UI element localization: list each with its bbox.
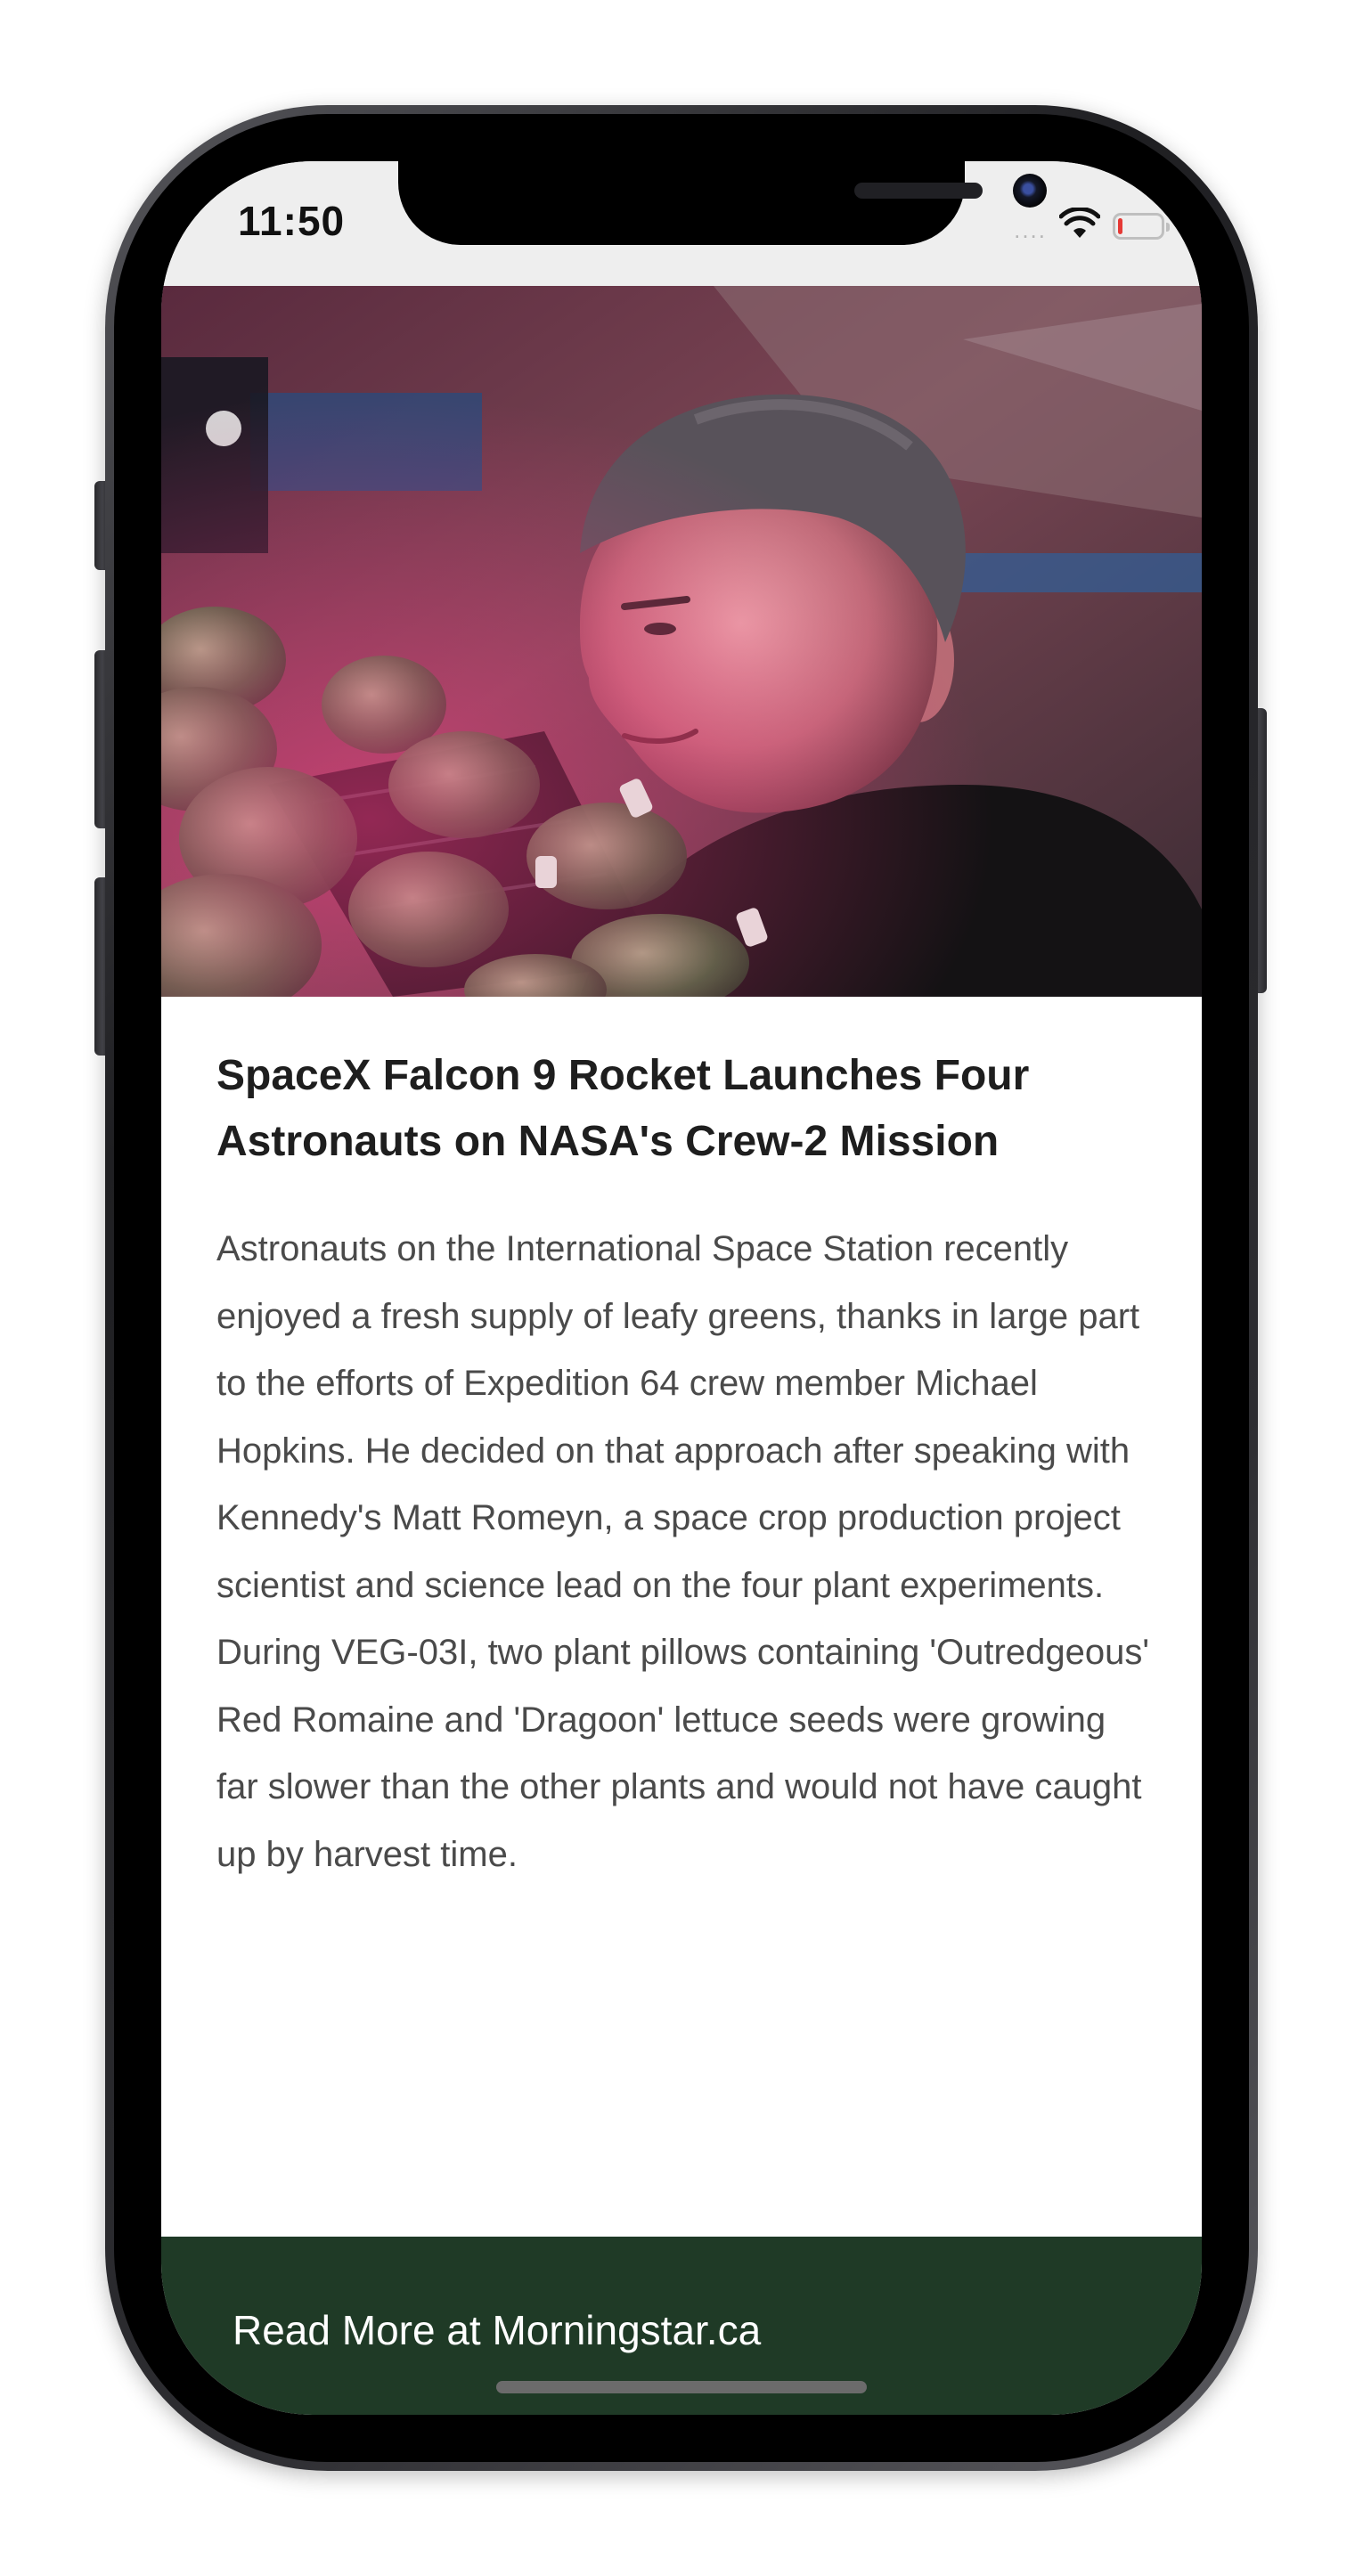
- article-body: Astronauts on the International Space St…: [216, 1229, 1149, 1874]
- notch: [398, 161, 1047, 245]
- wifi-icon: [1058, 206, 1101, 244]
- article-hero-image: [161, 286, 1202, 997]
- hero-illustration: [161, 286, 1202, 997]
- read-more-link[interactable]: Read More at Morningstar.ca: [233, 2306, 761, 2354]
- article-content: SpaceX Falcon 9 Rocket Launches Four Ast…: [216, 1043, 1152, 1888]
- battery-icon: [1113, 212, 1170, 240]
- front-camera: [1013, 174, 1047, 208]
- article-headline: SpaceX Falcon 9 Rocket Launches Four Ast…: [216, 1052, 1030, 1165]
- phone-screen: 11:50 .... SpaceX Falcon 9 Rocket Launch…: [161, 161, 1202, 2415]
- home-indicator[interactable]: [496, 2381, 867, 2393]
- battery-level: [1118, 217, 1122, 234]
- device-mockup: 11:50 .... SpaceX Falcon 9 Rocket Launch…: [0, 0, 1363, 2576]
- cellular-signal-icon: ....: [1014, 216, 1047, 243]
- status-time: 11:50: [238, 198, 346, 244]
- status-icons: ....: [1014, 206, 1170, 244]
- speaker-grille: [854, 183, 983, 199]
